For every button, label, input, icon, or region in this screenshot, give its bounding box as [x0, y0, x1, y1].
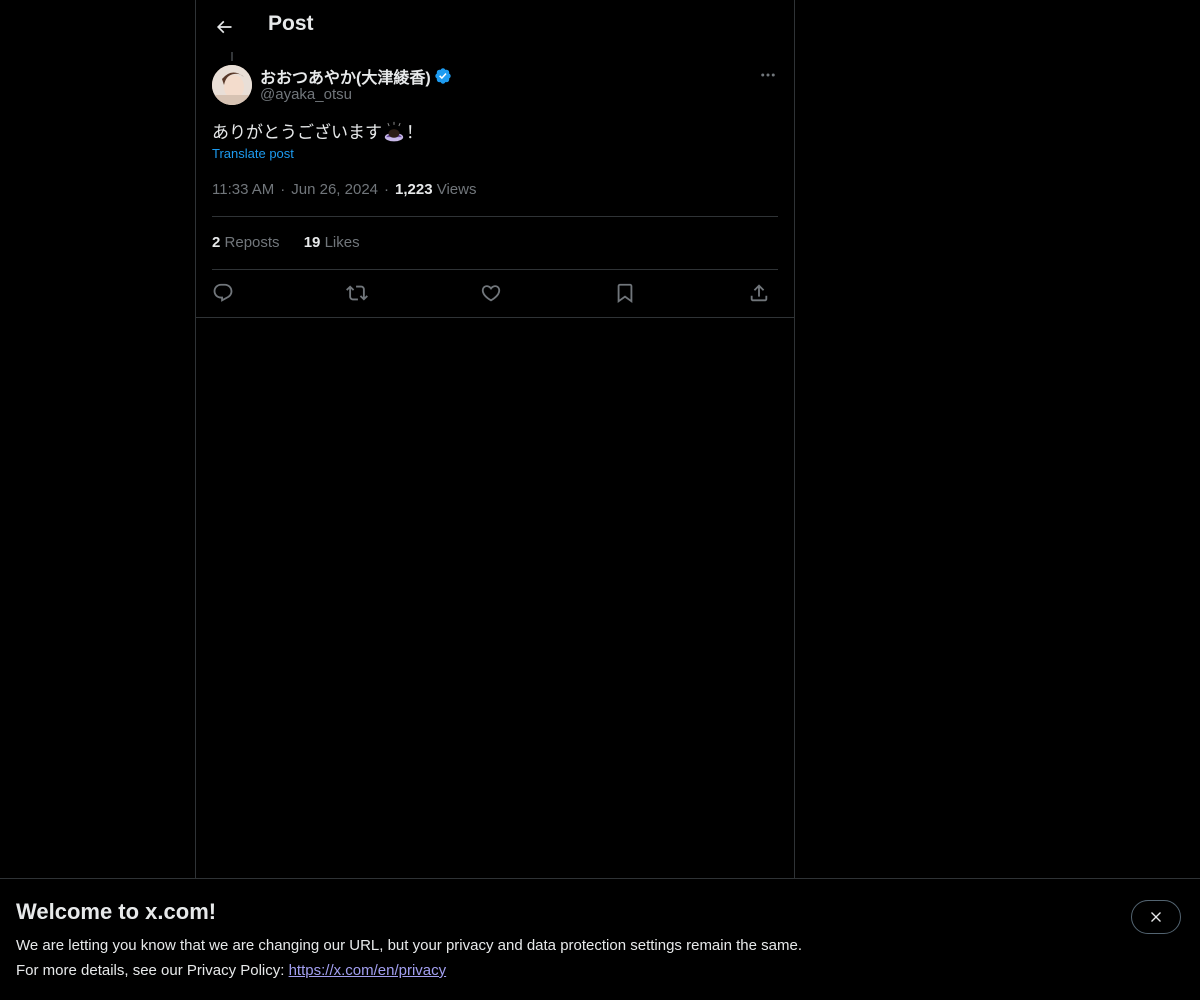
share-icon	[750, 284, 768, 302]
reposts-count: 2	[212, 234, 221, 251]
post-text: ありがとうございます ！	[212, 118, 423, 143]
close-icon	[1151, 912, 1161, 922]
url-change-banner: Welcome to x.com! We are letting you kno…	[0, 878, 1200, 1000]
author-handle[interactable]: @ayaka_otsu	[260, 86, 352, 103]
avatar-image	[212, 65, 252, 105]
post-text-main: ありがとうございます	[212, 123, 382, 142]
verified-badge-icon	[434, 68, 451, 84]
post-actions	[212, 280, 778, 306]
banner-message: We are letting you know that we are chan…	[16, 937, 802, 954]
post-date[interactable]: Jun 26, 2024	[291, 181, 378, 198]
more-horizontal-icon	[761, 73, 775, 77]
back-button[interactable]	[207, 10, 241, 44]
banner-privacy-line: For more details, see our Privacy Policy…	[16, 962, 446, 979]
author-name[interactable]: おおつあやか(大津綾香)	[260, 64, 431, 88]
privacy-policy-link[interactable]: https://x.com/en/privacy	[289, 962, 447, 979]
main-column: Post おおつあやか(大津綾香) @ayaka_otsu ありがとうございます…	[195, 0, 795, 878]
post-text-suffix: ！	[406, 123, 423, 142]
translate-post-link[interactable]: Translate post	[212, 146, 294, 161]
reposts-label: Reposts	[224, 234, 280, 251]
like-button[interactable]	[478, 280, 504, 306]
page: Post おおつあやか(大津綾香) @ayaka_otsu ありがとうございます…	[0, 0, 1200, 1000]
avatar[interactable]	[212, 65, 252, 105]
page-title: Post	[268, 12, 314, 35]
bookmark-icon	[617, 283, 633, 304]
divider	[212, 216, 778, 217]
share-button[interactable]	[746, 280, 772, 306]
post-time[interactable]: 11:33 AM	[212, 181, 274, 198]
bowing-person-emoji-icon	[384, 121, 404, 141]
repost-icon	[346, 285, 368, 301]
views-count: 1,223	[395, 181, 433, 198]
reposts-stat[interactable]: 2 Reposts	[212, 234, 280, 251]
repost-button[interactable]	[344, 280, 370, 306]
post-meta: 11:33 AM · Jun 26, 2024 · 1,223 Views	[212, 181, 476, 198]
views-label: Views	[436, 181, 477, 198]
likes-count: 19	[303, 234, 321, 251]
meta-separator: ·	[384, 181, 390, 198]
divider	[196, 317, 794, 318]
likes-stat[interactable]: 19 Likes	[304, 234, 360, 251]
like-icon	[481, 285, 501, 302]
likes-label: Likes	[324, 234, 360, 251]
meta-separator: ·	[280, 181, 286, 198]
divider	[212, 269, 778, 270]
arrow-left-icon	[216, 20, 232, 34]
thread-connector	[231, 52, 233, 61]
banner-title: Welcome to x.com!	[16, 899, 217, 924]
more-options-button[interactable]	[757, 64, 779, 86]
reply-button[interactable]	[210, 280, 236, 306]
author-row: おおつあやか(大津綾香)	[260, 64, 452, 88]
bookmark-button[interactable]	[612, 280, 638, 306]
post-stats: 2 Reposts 19 Likes	[212, 234, 380, 251]
banner-privacy-prefix: For more details, see our Privacy Policy…	[16, 962, 289, 979]
top-bar: Post	[196, 0, 794, 53]
close-banner-button[interactable]	[1131, 900, 1181, 934]
reply-icon	[213, 283, 233, 302]
